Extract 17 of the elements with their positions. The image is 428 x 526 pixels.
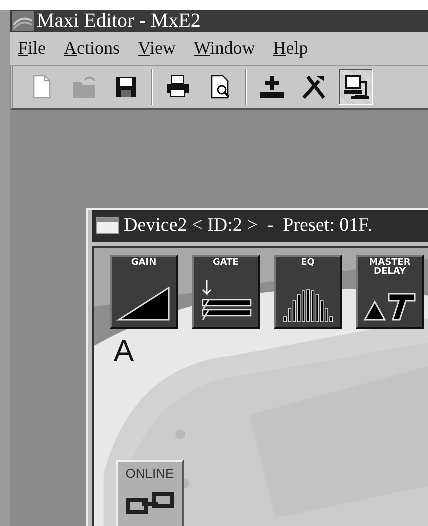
module-button[interactable]: EQ bbox=[274, 255, 342, 329]
online-button[interactable]: ONLINE bbox=[116, 460, 184, 526]
window-title: Maxi Editor - MxE2 bbox=[37, 10, 201, 32]
channel-label: A bbox=[114, 336, 134, 368]
computer-icon bbox=[341, 72, 371, 102]
window-icon bbox=[96, 217, 120, 235]
link-icon bbox=[126, 490, 174, 516]
module-button[interactable]: GAIN bbox=[110, 255, 178, 329]
menu-item[interactable]: Actions bbox=[62, 35, 122, 62]
menu-item[interactable]: Help bbox=[271, 35, 310, 62]
menu-item[interactable]: Window bbox=[192, 35, 258, 62]
menu-item[interactable]: File bbox=[16, 35, 48, 62]
module-button[interactable]: MASTER DELAY bbox=[356, 255, 424, 329]
menu-item[interactable]: View bbox=[136, 35, 178, 62]
window-title: Device2 < ID:2 > - Preset: 01F. bbox=[124, 214, 372, 238]
module-button[interactable]: GATE bbox=[192, 255, 260, 329]
toolbar-button[interactable] bbox=[339, 69, 373, 105]
